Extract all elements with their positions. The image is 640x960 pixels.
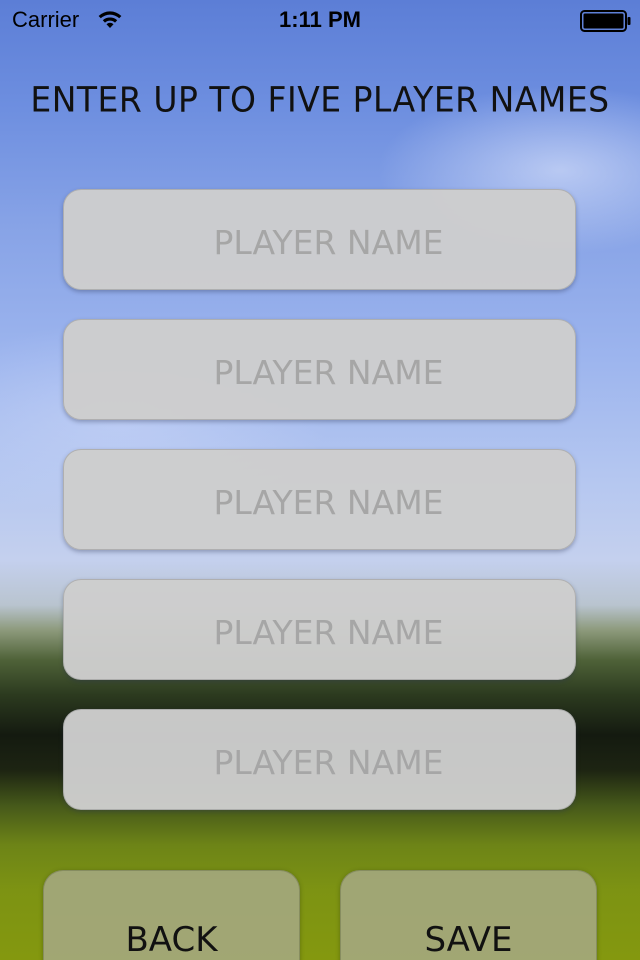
player-names-screen: Carrier 1:11 PM ENTER UP TO FIVE PLAYER …	[0, 0, 640, 960]
player-name-field-2[interactable]	[63, 319, 576, 420]
save-button[interactable]: SAVE	[340, 870, 597, 960]
player-name-input-3[interactable]	[64, 450, 575, 549]
player-name-field-3[interactable]	[63, 449, 576, 550]
player-name-field-5[interactable]	[63, 709, 576, 810]
status-time: 1:11 PM	[279, 7, 361, 32]
back-button[interactable]: BACK	[43, 870, 300, 960]
player-name-field-1[interactable]	[63, 189, 576, 290]
page-title: ENTER UP TO FIVE PLAYER NAMES	[30, 79, 610, 120]
player-name-input-4[interactable]	[64, 580, 575, 679]
status-bar: Carrier 1:11 PM	[0, 0, 640, 40]
player-name-input-1[interactable]	[64, 190, 575, 289]
battery-full-icon	[580, 10, 631, 32]
player-name-input-2[interactable]	[64, 320, 575, 419]
player-name-input-5[interactable]	[64, 710, 575, 809]
player-name-field-4[interactable]	[63, 579, 576, 680]
